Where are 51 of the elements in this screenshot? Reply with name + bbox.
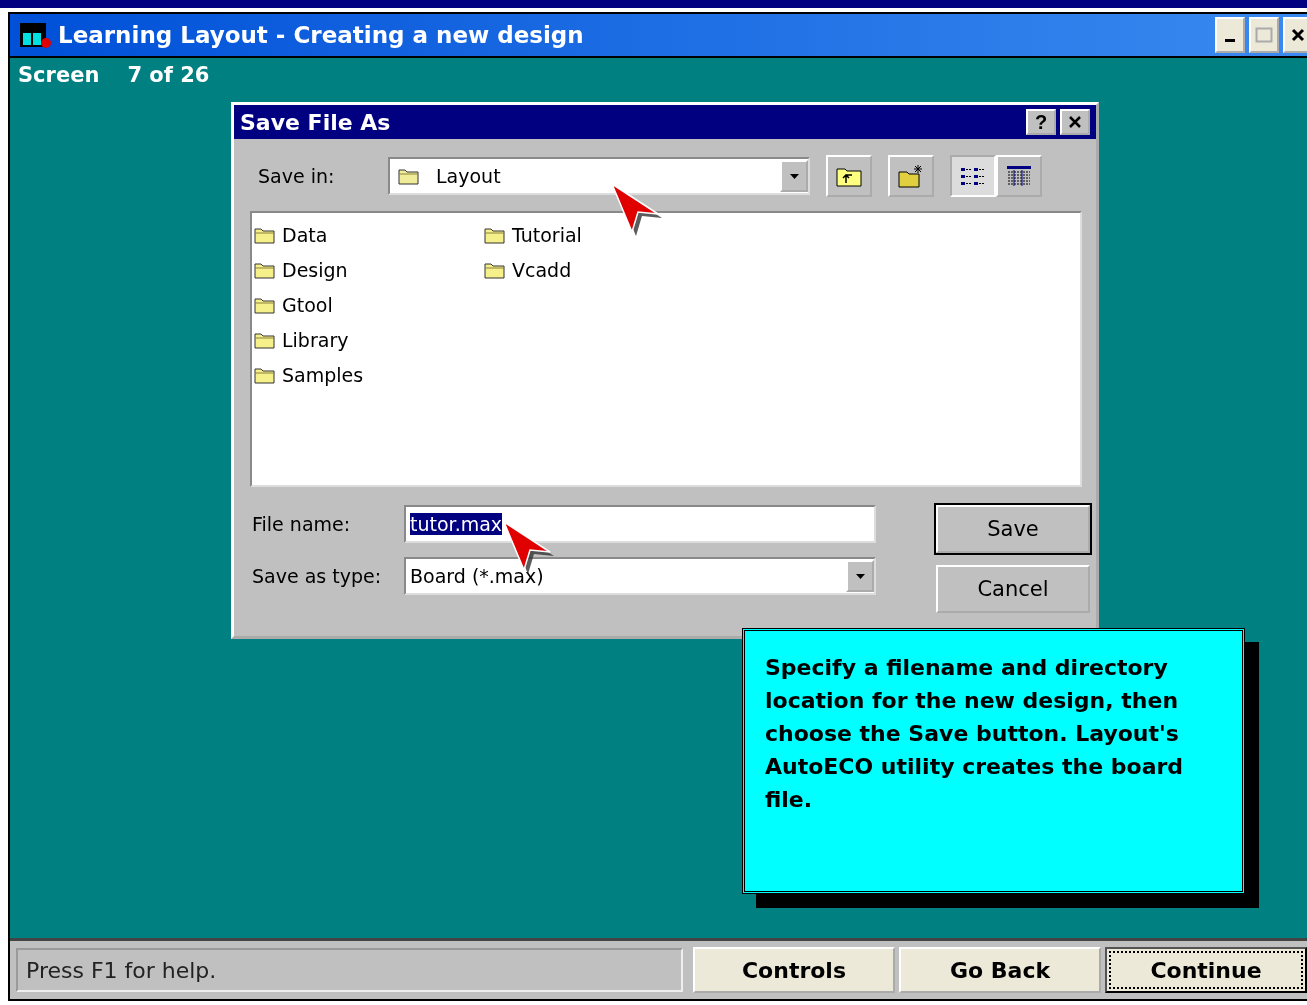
folder-name: Data bbox=[282, 223, 328, 246]
save-as-type-dropdown[interactable]: Board (*.max) bbox=[404, 557, 876, 595]
save-as-type-label: Save as type: bbox=[252, 565, 383, 587]
go-back-button[interactable]: Go Back bbox=[899, 947, 1101, 993]
dropdown-value: Layout bbox=[435, 165, 502, 187]
dropdown-arrow-button[interactable] bbox=[846, 560, 874, 592]
minimize-button[interactable] bbox=[1215, 17, 1245, 53]
view-button[interactable] bbox=[950, 155, 996, 197]
caret-icon bbox=[787, 171, 801, 181]
folder-item[interactable]: Design bbox=[254, 252, 484, 287]
new-folder-button[interactable] bbox=[888, 155, 934, 197]
dialog-title: Save File As bbox=[240, 109, 392, 135]
cancel-button[interactable]: Cancel bbox=[936, 565, 1090, 613]
close-button[interactable] bbox=[1283, 17, 1307, 53]
screen-counter: 7 of 26 bbox=[127, 63, 210, 87]
folder-item[interactable]: Vcadd bbox=[484, 252, 714, 287]
caret-icon bbox=[853, 571, 867, 581]
close-icon bbox=[1068, 115, 1082, 129]
minimize-icon bbox=[1225, 38, 1235, 42]
folder-name: Samples bbox=[282, 363, 364, 386]
controls-button[interactable]: Controls bbox=[693, 947, 895, 993]
folder-name: Gtool bbox=[282, 293, 333, 316]
file-name-field[interactable]: tutor.max bbox=[404, 505, 876, 543]
view-button[interactable] bbox=[996, 155, 1042, 197]
save-button[interactable]: Save bbox=[936, 505, 1090, 553]
folder-item[interactable]: Tutorial bbox=[484, 217, 714, 252]
instruction-text: Specify a filename and directory location for the new design, then choose the Save button. Layout's AutoECO utility creates the board file. bbox=[765, 654, 1185, 814]
close-icon bbox=[1291, 28, 1305, 42]
window-title: Learning Layout - Creating a new design bbox=[58, 22, 585, 48]
up-folder-button[interactable] bbox=[826, 155, 872, 197]
file-name-label: File name: bbox=[252, 513, 352, 535]
close-button[interactable] bbox=[1060, 109, 1090, 135]
folder-item[interactable]: Library bbox=[254, 322, 484, 357]
screen-label: Screen bbox=[18, 63, 100, 87]
folder-name: Tutorial bbox=[512, 223, 582, 246]
folder-name: Vcadd bbox=[512, 258, 572, 281]
folder-name: Library bbox=[282, 328, 349, 351]
dropdown-value: Board (*.max) bbox=[409, 565, 545, 587]
save-in-dropdown[interactable]: Layout bbox=[388, 157, 810, 195]
folder-item[interactable]: Samples bbox=[254, 357, 484, 392]
list-view-icon bbox=[960, 165, 986, 187]
folder-name: Design bbox=[282, 258, 348, 281]
maximize-icon bbox=[1255, 27, 1273, 43]
dropdown-arrow-button[interactable] bbox=[780, 160, 808, 192]
continue-button[interactable]: Continue bbox=[1105, 947, 1307, 993]
save-in-label: Save in: bbox=[258, 165, 336, 187]
folder-item[interactable]: Gtool bbox=[254, 287, 484, 322]
details-view-icon bbox=[1006, 165, 1032, 187]
help-button[interactable]: ? bbox=[1026, 109, 1056, 135]
status-text: Press F1 for help. bbox=[16, 948, 683, 992]
folder-item[interactable]: Data bbox=[254, 217, 484, 252]
